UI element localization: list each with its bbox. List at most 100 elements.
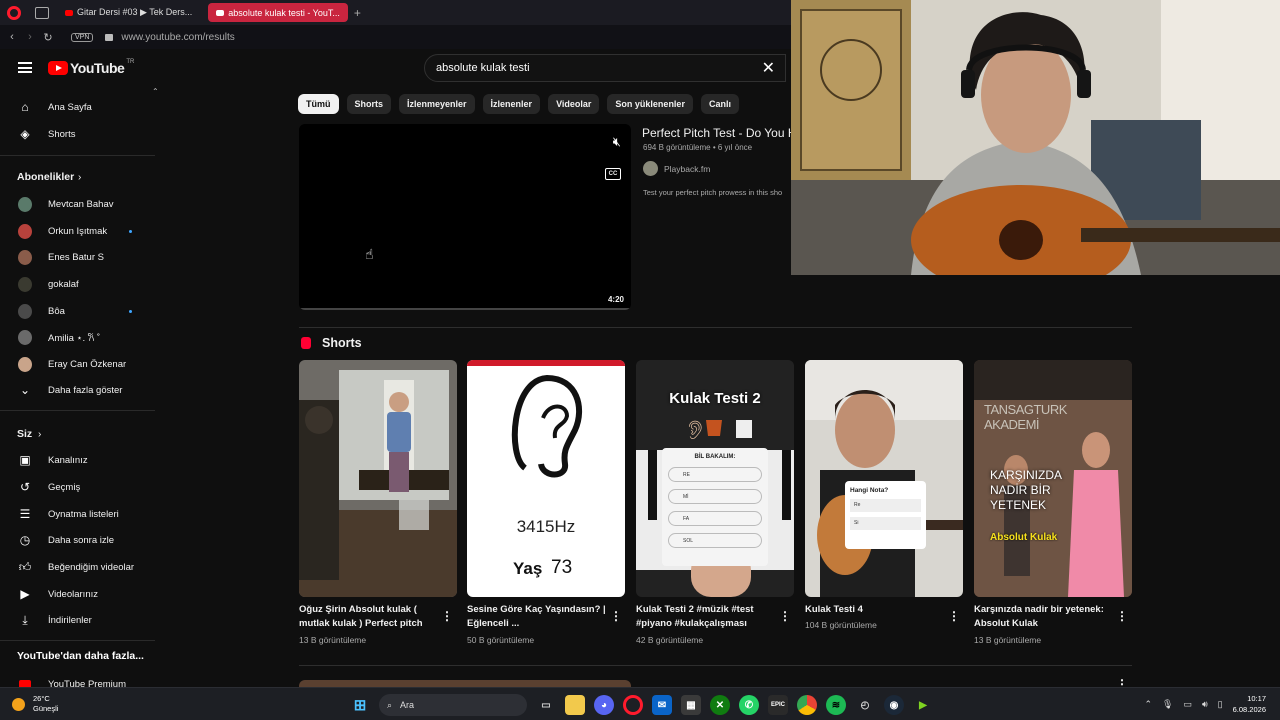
sidebar-item-your-videos[interactable]: ▶ Videolarınız bbox=[0, 581, 155, 607]
taskbar-search[interactable]: ⌕ Ara bbox=[379, 694, 527, 716]
forward-icon[interactable]: › bbox=[21, 31, 39, 43]
avatar bbox=[18, 249, 32, 265]
menu-icon[interactable] bbox=[18, 62, 32, 73]
sidebar-item-home[interactable]: ⌂ Ana Sayfa bbox=[0, 94, 155, 120]
tab-absolute-kulak-testi[interactable]: absolute kulak testi - YouT... bbox=[208, 3, 348, 22]
lock-icon[interactable] bbox=[105, 33, 114, 41]
chip-watched[interactable]: İzlenenler bbox=[482, 94, 541, 114]
sidebar-item-subscription[interactable]: gokalaf bbox=[0, 271, 155, 297]
sidebar-item-liked[interactable]: 👍︎ Beğendiğim videolar bbox=[0, 554, 155, 580]
home-icon: ⌂ bbox=[21, 100, 29, 114]
short-title[interactable]: Karşınızda nadir bir yetenek: Absolut Ku… bbox=[974, 603, 1114, 631]
short-title[interactable]: Kulak Testi 4 bbox=[805, 603, 945, 617]
weather-widget[interactable]: 26°C Güneşli bbox=[12, 694, 58, 714]
more-options-icon[interactable]: ⋮ bbox=[779, 609, 791, 623]
clock[interactable]: 10:17 6.08.2026 bbox=[1233, 693, 1266, 715]
windows-start-icon[interactable]: ⊞ bbox=[350, 695, 370, 715]
sidebar-item-subscription[interactable]: Eray Can Özkenar bbox=[0, 351, 155, 377]
spotify-icon[interactable]: ≋ bbox=[826, 695, 846, 715]
sidebar-item-subscription[interactable]: Enes Batur S bbox=[0, 244, 155, 270]
tab-gitar-dersi[interactable]: Gitar Dersi #03 ▶ Tek Ders... bbox=[57, 3, 200, 22]
next-video-thumbnail[interactable] bbox=[299, 680, 631, 687]
volume-icon[interactable]: 🔊︎ bbox=[1202, 699, 1208, 710]
whatsapp-icon[interactable]: ✆ bbox=[739, 695, 759, 715]
search-box[interactable]: absolute kulak testi ✕ bbox=[424, 54, 786, 82]
short-thumbnail-image bbox=[805, 360, 963, 597]
sidebar-item-label: Ana Sayfa bbox=[48, 101, 92, 113]
sidebar-item-label: Bôa bbox=[48, 305, 65, 317]
new-tab-button[interactable]: + bbox=[354, 6, 361, 20]
sidebar-item-watch-later[interactable]: ◷ Daha sonra izle bbox=[0, 527, 155, 553]
short-thumbnail[interactable]: 👂︎ Kulak Testi 2 BİL BAKALIM: RE Mİ FA S… bbox=[636, 360, 794, 597]
short-thumbnail[interactable]: 3415Hz Yaş 73 bbox=[467, 360, 625, 597]
sidebar-item-subscription[interactable]: Amilia ⋆. 𐙚 ˚ bbox=[0, 324, 155, 350]
vpn-badge[interactable]: VPN bbox=[71, 32, 94, 42]
file-explorer-icon[interactable] bbox=[565, 695, 585, 715]
battery-icon[interactable]: ▯ bbox=[1218, 699, 1223, 710]
more-options-icon[interactable]: ⋮ bbox=[441, 609, 453, 623]
steam-icon[interactable]: ◉ bbox=[884, 695, 904, 715]
network-icon[interactable]: ▭ bbox=[1183, 699, 1192, 710]
short-views: 104 B görüntüleme bbox=[805, 620, 877, 630]
show-more-button[interactable]: ⌄ Daha fazla göster bbox=[0, 377, 155, 403]
task-view-icon[interactable]: ▭ bbox=[536, 695, 556, 715]
workspaces-icon[interactable] bbox=[35, 6, 49, 19]
mail-icon[interactable]: ✉ bbox=[652, 695, 672, 715]
chip-unwatched[interactable]: İzlenmeyenler bbox=[399, 94, 475, 114]
url-field[interactable]: www.youtube.com/results bbox=[121, 32, 234, 43]
reload-icon[interactable]: ↻ bbox=[39, 31, 57, 44]
chrome-icon[interactable] bbox=[797, 695, 817, 715]
chip-live[interactable]: Canlı bbox=[700, 94, 739, 114]
video-title[interactable]: Perfect Pitch Test - Do You H bbox=[642, 126, 797, 140]
search-input[interactable]: absolute kulak testi bbox=[436, 62, 762, 74]
store-icon[interactable]: ▦ bbox=[681, 695, 701, 715]
thumb-highlight: Absolut Kulak bbox=[990, 532, 1058, 543]
mute-icon[interactable]: 🔇︎ bbox=[613, 134, 621, 150]
more-options-icon[interactable]: ⋮ bbox=[1116, 609, 1128, 623]
sidebar-item-subscription[interactable]: Orkun Işıtmak bbox=[0, 218, 155, 244]
sidebar-item-subscription[interactable]: Mevtcan Bahav bbox=[0, 191, 155, 217]
epic-games-icon[interactable]: EPIC bbox=[768, 695, 788, 715]
short-title[interactable]: Sesine Göre Kaç Yaşındasın? | Eğlenceli … bbox=[467, 603, 607, 631]
short-title[interactable]: Kulak Testi 2 #müzik #test #piyano #kula… bbox=[636, 603, 776, 631]
sidebar-item-channel[interactable]: ▣ Kanalınız bbox=[0, 447, 155, 473]
discord-icon[interactable]: ◕ bbox=[594, 695, 614, 715]
chip-all[interactable]: Tümü bbox=[298, 94, 339, 114]
youtube-logo[interactable]: YouTube TR bbox=[48, 59, 134, 76]
chevron-up-icon[interactable]: ⌃ bbox=[1145, 699, 1153, 710]
media-player-icon[interactable]: ▶ bbox=[913, 695, 933, 715]
clear-search-icon[interactable]: ✕ bbox=[762, 58, 775, 78]
opera-logo-icon[interactable] bbox=[7, 5, 21, 20]
chip-videos[interactable]: Videolar bbox=[548, 94, 600, 114]
progress-bar[interactable] bbox=[299, 308, 631, 310]
opera-icon[interactable] bbox=[623, 695, 643, 715]
sidebar-item-playlists[interactable]: ☰ Oynatma listeleri bbox=[0, 501, 155, 527]
you-header[interactable]: Siz › bbox=[0, 421, 155, 447]
short-thumbnail[interactable]: TANSAGTURK AKADEMİ KARŞINIZDA NADİR BİR … bbox=[974, 360, 1132, 597]
microphone-icon[interactable]: 🎙︎ bbox=[1162, 699, 1173, 710]
chip-recent[interactable]: Son yüklenenler bbox=[607, 94, 693, 114]
more-options-icon[interactable]: ⋮ bbox=[948, 609, 960, 623]
taskbar-apps: ⊞ ⌕ Ara ▭ ◕ ✉ ▦ ✕ ✆ EPIC ≋ ◴ ◉ ▶ bbox=[350, 694, 933, 716]
channel-icon: ▣ bbox=[19, 453, 31, 467]
chip-shorts[interactable]: Shorts bbox=[346, 94, 392, 114]
sidebar-item-downloads[interactable]: ⤓ İndirilenler bbox=[0, 607, 155, 633]
sidebar-item-subscription[interactable]: Bôa bbox=[0, 298, 155, 324]
sidebar-item-shorts[interactable]: ◈ Shorts bbox=[0, 121, 155, 147]
video-player-preview[interactable]: 🔇︎ CC ☝︎ 4:20 bbox=[299, 124, 631, 310]
avatar bbox=[18, 196, 32, 212]
short-thumbnail[interactable]: Hangi Nota? Re Si bbox=[805, 360, 963, 597]
sidebar-item-history[interactable]: ↺ Geçmiş bbox=[0, 474, 155, 500]
back-icon[interactable]: ‹ bbox=[3, 31, 21, 43]
thumb-text: KARŞINIZDA NADİR BİR YETENEK bbox=[990, 468, 1062, 512]
more-options-icon[interactable]: ⋮ bbox=[610, 609, 622, 623]
subscriptions-header[interactable]: Abonelikler › bbox=[0, 164, 155, 190]
avatar bbox=[18, 303, 32, 319]
channel-link[interactable]: Playback.fm bbox=[643, 161, 710, 176]
captions-icon[interactable]: CC bbox=[605, 168, 621, 180]
age-value: 73 bbox=[551, 557, 573, 578]
clock-app-icon[interactable]: ◴ bbox=[855, 695, 875, 715]
xbox-icon[interactable]: ✕ bbox=[710, 695, 730, 715]
short-title[interactable]: Oğuz Şirin Absolut kulak ( mutlak kulak … bbox=[299, 603, 439, 631]
short-thumbnail[interactable] bbox=[299, 360, 457, 597]
